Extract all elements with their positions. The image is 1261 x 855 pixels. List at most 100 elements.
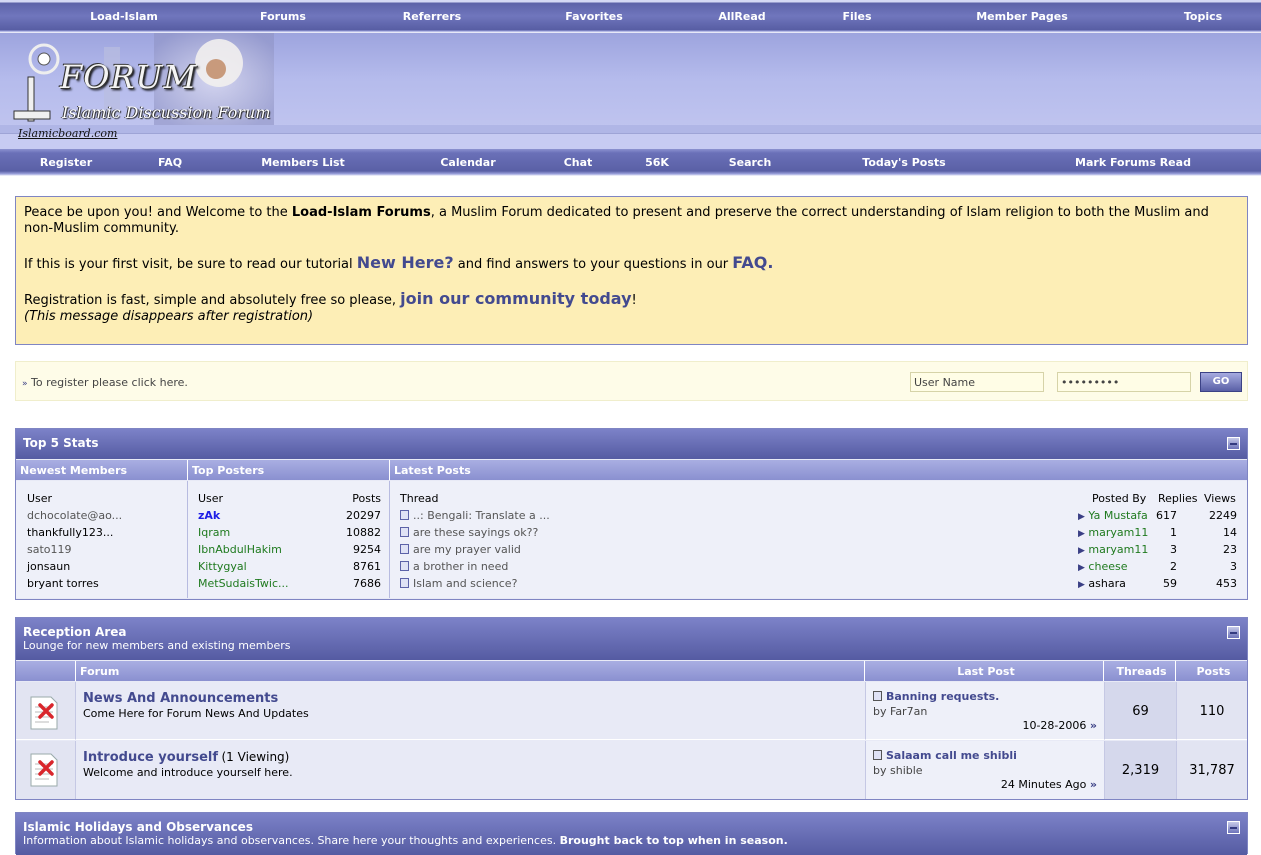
collapse-icon[interactable] — [1227, 821, 1240, 834]
logo-title: FORUM — [60, 58, 198, 96]
view-count: 23 — [1223, 543, 1237, 556]
poster-name[interactable]: Iqram — [198, 526, 230, 539]
password-input[interactable] — [1057, 372, 1191, 392]
views-label: Views — [1204, 492, 1236, 505]
chevron-right-icon: » — [22, 379, 28, 389]
newest-member[interactable]: thankfully123... — [27, 526, 113, 539]
reply-count: 59 — [1163, 577, 1177, 590]
newest-member[interactable]: dchocolate@ao... — [27, 509, 122, 522]
latest-thread[interactable]: Islam and science? — [400, 577, 517, 590]
posted-by[interactable]: ▶ maryam11 — [1078, 543, 1148, 556]
top-navbar: Load-Islam Forums Referrers Favorites Al… — [0, 0, 1261, 33]
nav-favorites[interactable]: Favorites — [565, 10, 622, 23]
posted-by[interactable]: ▶ maryam11 — [1078, 526, 1148, 539]
document-icon — [400, 561, 409, 571]
nav-calendar[interactable]: Calendar — [440, 156, 495, 169]
triangle-right-icon: ▶ — [1078, 512, 1085, 522]
islamic-holidays-title[interactable]: Islamic Holidays and Observances — [23, 820, 1240, 834]
col-latest-posts: Latest Posts — [390, 460, 1247, 480]
login-go-button[interactable]: GO — [1200, 372, 1242, 392]
nav-search[interactable]: Search — [729, 156, 772, 169]
poster-name[interactable]: zAk — [198, 509, 220, 522]
forum-locked-icon — [30, 696, 58, 730]
forum-viewing-count: (1 Viewing) — [221, 750, 290, 764]
reception-area-subtitle: Lounge for new members and existing memb… — [23, 639, 291, 652]
poster-count: 7686 — [353, 577, 381, 590]
latest-thread[interactable]: ..: Bengali: Translate a ... — [400, 509, 550, 522]
forum-description: Welcome and introduce yourself here. — [83, 766, 293, 779]
nav-members-list[interactable]: Members List — [261, 156, 345, 169]
nav-topics[interactable]: Topics — [1184, 10, 1222, 23]
post-count: 110 — [1176, 682, 1247, 740]
top-5-stats-title: Top 5 Stats — [23, 436, 99, 450]
poster-name[interactable]: IbnAbdulHakim — [198, 543, 282, 556]
username-input[interactable] — [910, 372, 1044, 392]
reception-area-title[interactable]: Reception Area — [23, 625, 1240, 639]
reply-count: 2 — [1170, 560, 1177, 573]
forum-title[interactable]: Introduce yourself — [83, 750, 218, 765]
forum-title[interactable]: News And Announcements — [83, 691, 278, 706]
faq-link[interactable]: FAQ. — [732, 253, 773, 272]
last-post-title[interactable]: Salaam call me shibli — [886, 749, 1017, 762]
last-post-author[interactable]: shible — [890, 764, 923, 777]
last-post-title[interactable]: Banning requests. — [886, 690, 999, 703]
triangle-right-icon: ▶ — [1078, 563, 1085, 573]
nav-referrers[interactable]: Referrers — [403, 10, 461, 23]
go-to-last-post-icon[interactable]: » — [1090, 719, 1097, 732]
user-label: User — [27, 492, 53, 505]
nav-faq[interactable]: FAQ — [158, 156, 182, 169]
nav-load-islam[interactable]: Load-Islam — [90, 10, 158, 23]
posted-by[interactable]: ▶ cheese — [1078, 560, 1127, 573]
latest-thread[interactable]: are my prayer valid — [400, 543, 521, 556]
nav-todays-posts[interactable]: Today's Posts — [862, 156, 945, 169]
collapse-icon[interactable] — [1227, 437, 1240, 450]
site-header: FORUM Islamic Discussion Forum Islamicbo… — [0, 33, 1261, 149]
go-to-last-post-icon[interactable]: » — [1090, 778, 1097, 791]
last-post-date: 24 Minutes Ago — [1000, 778, 1087, 791]
newest-member[interactable]: jonsaun — [27, 560, 70, 573]
forum-row: News And Announcements Come Here for For… — [76, 682, 865, 740]
logo-url[interactable]: Islamicboard.com — [18, 127, 117, 140]
latest-thread[interactable]: a brother in need — [400, 560, 508, 573]
by-label: by — [873, 764, 887, 777]
nav-chat[interactable]: Chat — [564, 156, 593, 169]
col-posts: Posts — [1176, 661, 1247, 681]
posts-label: Posts — [352, 492, 381, 505]
site-logo[interactable]: FORUM Islamic Discussion Forum Islamicbo… — [4, 33, 274, 140]
document-icon — [400, 544, 409, 554]
poster-name[interactable]: Kittygyal — [198, 560, 247, 573]
reply-count: 1 — [1170, 526, 1177, 539]
nav-allread[interactable]: AllRead — [718, 10, 765, 23]
document-icon — [400, 527, 409, 537]
poster-name[interactable]: MetSudaisTwic... — [198, 577, 289, 590]
latest-thread[interactable]: are these sayings ok?? — [400, 526, 538, 539]
register-link[interactable]: » To register please click here. — [22, 376, 188, 389]
newest-member[interactable]: bryant torres — [27, 577, 99, 590]
newest-member[interactable]: sato119 — [27, 543, 72, 556]
islamic-holidays-header: Islamic Holidays and Observances Informa… — [16, 813, 1247, 855]
col-forum: Forum — [76, 661, 865, 681]
nav-mark-forums-read[interactable]: Mark Forums Read — [1075, 156, 1191, 169]
nav-files[interactable]: Files — [842, 10, 871, 23]
post-icon — [873, 750, 882, 760]
document-icon — [400, 510, 409, 520]
posted-by[interactable]: ▶ Ya Mustafa — [1078, 509, 1148, 522]
poster-count: 10882 — [346, 526, 381, 539]
islamic-holidays-subtitle: Information about Islamic holidays and o… — [23, 834, 788, 847]
forum-row: Introduce yourself (1 Viewing) Welcome a… — [76, 741, 865, 799]
posted-by[interactable]: ▶ ashara — [1078, 577, 1126, 590]
nav-56k[interactable]: 56K — [645, 156, 669, 169]
triangle-right-icon: ▶ — [1078, 580, 1085, 590]
top-5-stats-panel: Top 5 Stats Newest Members Top Posters L… — [15, 428, 1248, 600]
join-community-link[interactable]: join our community today — [400, 289, 631, 308]
collapse-icon[interactable] — [1227, 626, 1240, 639]
poster-count: 8761 — [353, 560, 381, 573]
nav-register[interactable]: Register — [40, 156, 92, 169]
welcome-paragraph-1: Peace be upon you! and Welcome to the Lo… — [24, 205, 1209, 236]
new-here-link[interactable]: New Here? — [357, 253, 454, 272]
top-posters-list: User Posts zAk 20297 Iqram 10882 IbnAbdu… — [188, 481, 390, 598]
nav-forums[interactable]: Forums — [260, 10, 306, 23]
last-post-author[interactable]: Far7an — [890, 705, 927, 718]
nav-member-pages[interactable]: Member Pages — [976, 10, 1068, 23]
welcome-message: Peace be upon you! and Welcome to the Lo… — [15, 196, 1248, 345]
